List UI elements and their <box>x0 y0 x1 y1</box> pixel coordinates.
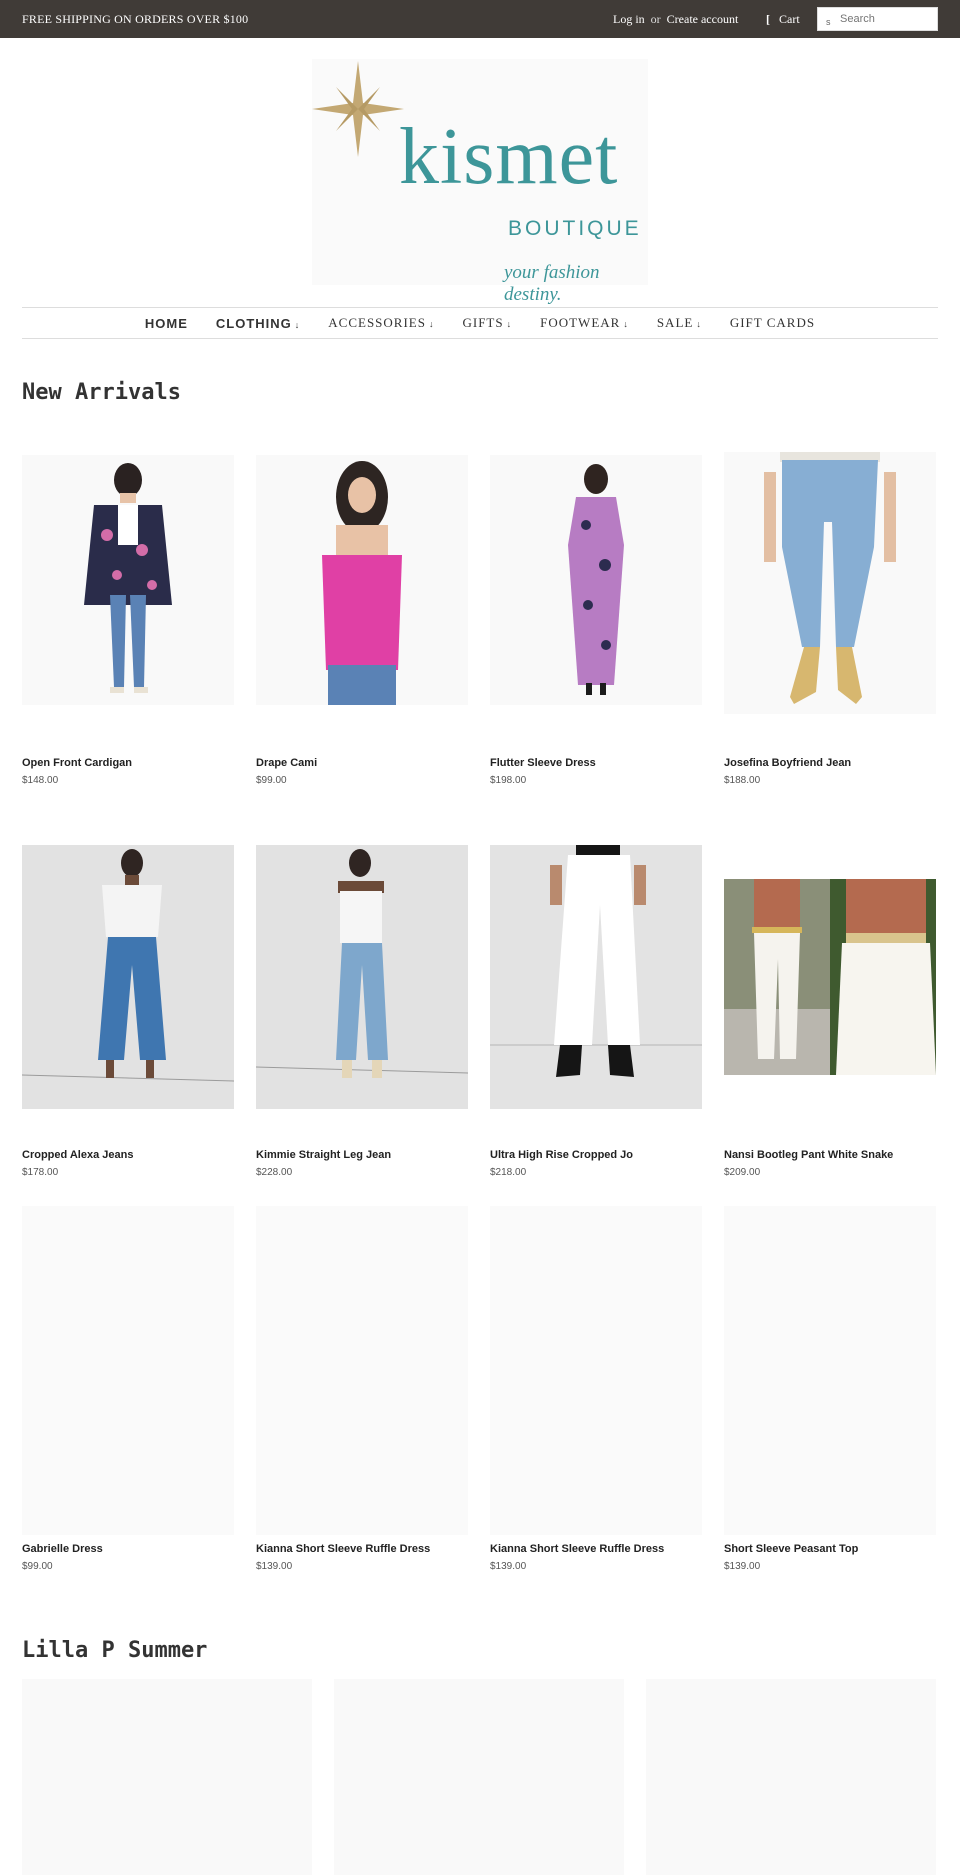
product-name[interactable]: Josefina Boyfriend Jean <box>724 757 851 769</box>
new-arrivals-heading: New Arrivals <box>22 380 181 405</box>
collection-image-placeholder[interactable] <box>646 1679 936 1875</box>
logo-subtitle: BOUTIQUE <box>508 217 642 240</box>
model-dress-image <box>490 455 702 705</box>
product-image[interactable] <box>724 452 936 714</box>
product-image-placeholder[interactable] <box>724 1206 936 1535</box>
product-price: $198.00 <box>490 775 527 786</box>
nav-label: HOME <box>144 315 188 331</box>
nav-label: SALE <box>656 315 694 330</box>
product-image[interactable] <box>22 845 234 1109</box>
product-image[interactable] <box>724 879 936 1075</box>
product-image[interactable] <box>22 455 234 705</box>
or-separator: or <box>650 12 661 26</box>
announcement-bar: FREE SHIPPING ON ORDERS OVER $100 Log in… <box>0 0 960 38</box>
login-link[interactable]: Log in <box>613 12 645 26</box>
product-name[interactable]: Kimmie Straight Leg Jean <box>256 1149 391 1161</box>
product-name[interactable]: Cropped Alexa Jeans <box>22 1149 133 1161</box>
product-name[interactable]: Kianna Short Sleeve Ruffle Dress <box>490 1543 664 1555</box>
chevron-down-icon: ↓ <box>294 319 301 330</box>
model-bootleg-pant-image <box>724 879 936 1075</box>
site-logo[interactable]: kismet BOUTIQUE your fashion destiny. <box>310 55 652 305</box>
nav-item-clothing[interactable]: CLOTHING ↓ <box>202 316 314 331</box>
product-price: $148.00 <box>22 775 59 786</box>
model-cardigan-image <box>22 455 234 705</box>
search-input[interactable] <box>840 11 934 27</box>
product-name[interactable]: Drape Cami <box>256 757 317 769</box>
main-nav: HOME CLOTHING ↓ ACCESSORIES ↓ GIFTS ↓ FOOTW… <box>22 307 938 339</box>
search-icon[interactable]: s <box>826 17 831 27</box>
product-price: $218.00 <box>490 1167 527 1178</box>
model-cami-image <box>256 455 468 705</box>
shipping-promo: FREE SHIPPING ON ORDERS OVER $100 <box>22 12 249 26</box>
nav-item-footwear[interactable]: FOOTWEAR ↓ <box>526 315 643 331</box>
logo-wordmark: kismet <box>399 113 619 201</box>
product-name[interactable]: Flutter Sleeve Dress <box>490 757 596 769</box>
nav-item-sale[interactable]: SALE ↓ <box>643 315 716 331</box>
model-straight-leg-image <box>256 845 468 1109</box>
compass-star-icon <box>312 61 404 157</box>
chevron-down-icon: ↓ <box>506 319 513 329</box>
product-price: $139.00 <box>490 1561 527 1572</box>
create-account-link[interactable]: Create account <box>667 12 739 26</box>
product-price: $178.00 <box>22 1167 59 1178</box>
collection-image-placeholder[interactable] <box>334 1679 624 1875</box>
cart-icon: [ <box>766 12 770 26</box>
model-white-jeans-image <box>490 845 702 1109</box>
product-image-placeholder[interactable] <box>256 1206 468 1535</box>
model-jeans-image <box>724 452 936 714</box>
product-image[interactable] <box>490 455 702 705</box>
product-name[interactable]: Kianna Short Sleeve Ruffle Dress <box>256 1543 430 1555</box>
product-price: $188.00 <box>724 775 761 786</box>
product-price: $139.00 <box>256 1561 293 1572</box>
chevron-down-icon: ↓ <box>623 319 629 329</box>
product-image-placeholder[interactable] <box>490 1206 702 1535</box>
product-image[interactable] <box>256 455 468 705</box>
nav-label: CLOTHING <box>215 315 292 331</box>
account-links: Log in or Create account <box>613 12 738 27</box>
chevron-down-icon: ↓ <box>696 319 702 329</box>
product-name[interactable]: Ultra High Rise Cropped Jo <box>490 1149 633 1161</box>
nav-item-accessories[interactable]: ACCESSORIES ↓ <box>314 315 448 331</box>
chevron-down-icon: ↓ <box>428 319 435 329</box>
product-image[interactable] <box>490 845 702 1109</box>
product-price: $209.00 <box>724 1167 761 1178</box>
product-image[interactable] <box>256 845 468 1109</box>
product-price: $139.00 <box>724 1561 761 1572</box>
product-name[interactable]: Nansi Bootleg Pant White Snake <box>724 1149 893 1161</box>
lilla-p-summer-heading: Lilla P Summer <box>22 1638 208 1663</box>
nav-label: ACCESSORIES <box>328 315 426 330</box>
nav-label: GIFT CARDS <box>729 315 816 330</box>
product-name[interactable]: Open Front Cardigan <box>22 757 132 769</box>
cart-label: Cart <box>779 12 800 26</box>
product-price: $99.00 <box>256 775 287 786</box>
product-price: $99.00 <box>22 1561 53 1572</box>
nav-label: GIFTS <box>462 315 504 330</box>
nav-label: FOOTWEAR <box>540 315 621 330</box>
product-name[interactable]: Gabrielle Dress <box>22 1543 103 1555</box>
model-cropped-jeans-image <box>22 845 234 1109</box>
product-name[interactable]: Short Sleeve Peasant Top <box>724 1543 858 1555</box>
product-price: $228.00 <box>256 1167 293 1178</box>
logo-tagline: your fashion destiny. <box>504 262 600 305</box>
collection-image-placeholder[interactable] <box>22 1679 312 1875</box>
cart-link[interactable]: [ Cart <box>766 12 800 27</box>
search-box[interactable]: s <box>817 7 938 31</box>
nav-item-gifts[interactable]: GIFTS ↓ <box>448 315 526 331</box>
nav-item-gift-cards[interactable]: GIFT CARDS <box>716 315 829 331</box>
product-image-placeholder[interactable] <box>22 1206 234 1535</box>
nav-item-home[interactable]: HOME <box>131 316 202 331</box>
